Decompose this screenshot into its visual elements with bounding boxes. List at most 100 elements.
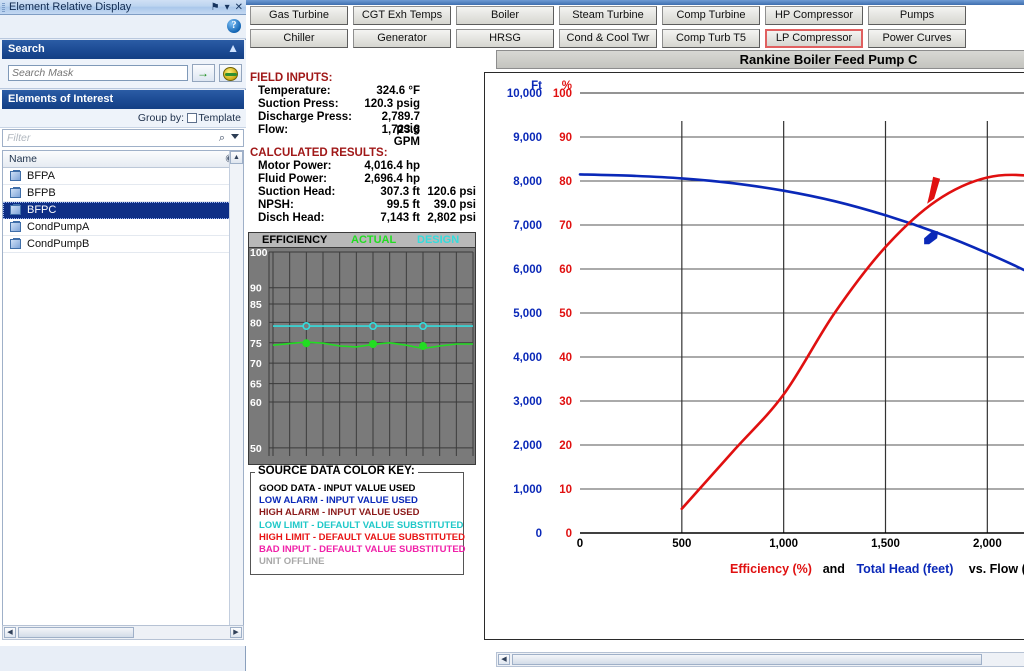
y-axis-tick-label: 80 (250, 317, 262, 329)
list-item[interactable]: CondPumpA (3, 219, 243, 236)
element-relative-display-panel: Element Relative Display ⚑ ▾ ✕ ? Search … (0, 0, 246, 671)
data-point (302, 339, 311, 348)
column-header-name[interactable]: Name (9, 153, 37, 165)
data-value-primary: 99.5 ft (386, 199, 420, 211)
data-key: Temperature: (258, 85, 331, 97)
data-row: Flow: 1,723.8 GPM (248, 124, 476, 148)
search-go-button[interactable]: → (192, 64, 215, 82)
list-item[interactable]: BFPA (3, 168, 243, 185)
y-axis-left-tick-label: 8,000 (513, 176, 542, 188)
y-axis-left-tick-label: 3,000 (513, 396, 542, 408)
panel-toolbar: ? (0, 15, 246, 39)
tab-pumps[interactable]: Pumps (868, 6, 966, 25)
chevron-down-icon[interactable] (231, 134, 239, 139)
content-scroll-thumb[interactable] (512, 654, 982, 665)
x-axis-tick-label: 2,000 (973, 538, 1002, 550)
list-item[interactable]: BFPC (3, 202, 243, 219)
data-key: Suction Head: (258, 186, 336, 198)
efficiency-trend-svg: 50 60 65 70 75 80 85 90 100 (249, 247, 475, 464)
data-row: Suction Press: 120.3 psig (248, 98, 476, 111)
help-icon[interactable]: ? (227, 19, 241, 33)
scroll-left-button[interactable]: ◀ (4, 627, 16, 638)
list-item-label: BFPC (27, 204, 57, 216)
data-row: NPSH: 99.5 ft 39.0 psi (248, 199, 476, 212)
calculated-results-heading: CALCULATED RESULTS: (250, 147, 388, 159)
data-key: Motor Power: (258, 160, 332, 172)
collapse-chevron-icon[interactable]: ▲ (227, 42, 239, 54)
tab-lp-compressor[interactable]: LP Compressor (765, 29, 863, 48)
pump-curve-chart: 0 0 1,000 10 2,000 20 3,000 30 4,000 40 5,000 50 6,0… (484, 72, 1024, 640)
panel-title-bar: Element Relative Display ⚑ ▾ ✕ (0, 0, 246, 15)
data-value-primary: 4,016.4 hp (364, 160, 420, 172)
tree-horizontal-scrollbar[interactable]: ◀ ▶ (2, 625, 244, 640)
scroll-thumb[interactable] (18, 627, 134, 638)
tab-boiler[interactable]: Boiler (456, 6, 554, 25)
tree-rows: BFPA BFPB BFPC CondPumpA CondPumpB (3, 168, 243, 253)
tab-chiller[interactable]: Chiller (250, 29, 348, 48)
data-point (369, 322, 378, 331)
search-input[interactable] (8, 65, 188, 81)
color-key-item: GOOD DATA - INPUT VALUE USED (259, 483, 416, 494)
tab-comp-turbine[interactable]: Comp Turbine (662, 6, 760, 25)
tab-hp-compressor[interactable]: HP Compressor (765, 6, 863, 25)
list-item[interactable]: BFPB (3, 185, 243, 202)
y-axis-right-tick-label: 30 (559, 396, 572, 408)
efficiency-trend-header: EFFICIENCY ACTUAL DESIGN (249, 233, 475, 248)
tab-power-curves[interactable]: Power Curves (868, 29, 966, 48)
series-total-head (578, 173, 1024, 272)
y-axis-right-tick-label: 80 (559, 176, 572, 188)
tab-cond-cool-twr[interactable]: Cond & Cool Twr (559, 29, 657, 48)
tab-generator[interactable]: Generator (353, 29, 451, 48)
y-axis-tick-label: 75 (250, 338, 262, 350)
y-axis-tick-label: 65 (250, 379, 262, 391)
group-by-row: Group by: Template (0, 109, 246, 128)
scroll-right-button[interactable]: ▶ (230, 627, 242, 638)
tab-hrsg[interactable]: HRSG (456, 29, 554, 48)
data-value-secondary: 120.6 psi (427, 186, 476, 198)
efficiency-design-legend: DESIGN (417, 234, 460, 246)
close-icon[interactable]: ✕ (235, 2, 243, 13)
tab-gas-turbine[interactable]: Gas Turbine (250, 6, 348, 25)
search-icon[interactable]: ⌕ (219, 132, 225, 145)
list-item[interactable]: CondPumpB (3, 236, 243, 253)
elements-of-interest-section: Elements of Interest Group by: Template … (0, 90, 246, 646)
tab-comp-turb-t5[interactable]: Comp Turb T5 (662, 29, 760, 48)
y-axis-right-tick-label: 20 (559, 440, 572, 452)
list-item-label: CondPumpA (27, 221, 90, 233)
globe-search-icon (223, 67, 238, 81)
element-icon (10, 170, 21, 181)
tab-cgt-exh-temps[interactable]: CGT Exh Temps (353, 6, 451, 25)
data-point (419, 342, 428, 351)
data-value-secondary: 39.0 psi (433, 199, 476, 211)
y-axis-left-unit-label: Ft (531, 80, 542, 92)
y-axis-left-tick-label: 7,000 (513, 220, 542, 232)
calculated-results-rows: Motor Power: 4,016.4 hp Fluid Power: 2,696.… (248, 160, 476, 225)
content-scroll-left-button[interactable]: ◀ (498, 654, 510, 665)
elements-section-header: Elements of Interest (2, 90, 244, 109)
filter-input[interactable]: Filter ⌕ (2, 129, 244, 147)
group-by-checkbox[interactable] (187, 113, 197, 123)
scroll-up-button[interactable]: ▲ (230, 151, 243, 164)
y-axis-right-tick-label: 50 (559, 308, 572, 320)
x-axis-tick-label: 1,500 (871, 538, 900, 550)
data-row: Discharge Press: 2,789.7 psig (248, 111, 476, 135)
y-axis-tick-label: 100 (250, 248, 268, 259)
chart-title-part-3: vs. Flow (GPM) (969, 562, 1024, 576)
search-options-button[interactable] (219, 64, 242, 82)
pin-icon[interactable]: ⚑ (211, 2, 220, 13)
content-horizontal-scrollbar[interactable]: ◀ ▶ (496, 652, 1024, 667)
data-row: Disch Head: 7,143 ft 2,802 psi (248, 212, 476, 225)
color-key-list: GOOD DATA - INPUT VALUE USED LOW ALARM - … (251, 473, 466, 568)
y-axis-left-tick-label: 9,000 (513, 132, 542, 144)
tab-steam-turbine[interactable]: Steam Turbine (559, 6, 657, 25)
equipment-tab-buttons: Gas Turbine CGT Exh Temps Boiler Steam Turb… (250, 6, 1020, 52)
data-value-primary: 1,723.8 GPM (381, 124, 420, 148)
plot-background (249, 248, 475, 464)
panel-drag-grip[interactable] (2, 3, 5, 12)
data-row: Suction Head: 307.3 ft 120.6 psi (248, 186, 476, 199)
x-axis-tick-label: 1,000 (769, 538, 798, 550)
data-key: Suction Press: (258, 98, 339, 110)
tree-vertical-scrollbar[interactable]: ▲ (229, 151, 243, 631)
dropdown-icon[interactable]: ▾ (225, 2, 230, 13)
y-axis-left-tick-label: 4,000 (513, 352, 542, 364)
